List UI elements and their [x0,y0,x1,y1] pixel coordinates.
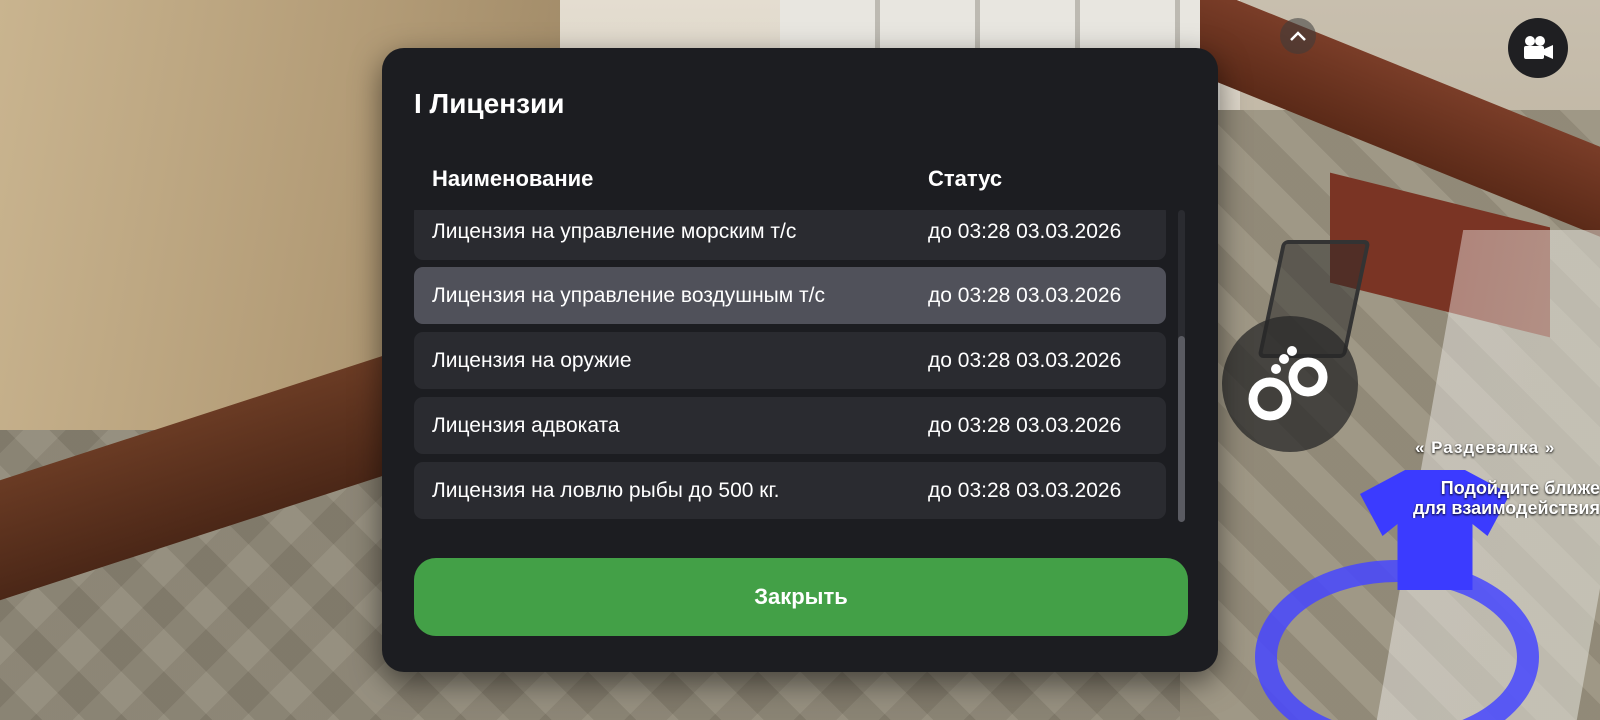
video-camera-icon[interactable] [1508,18,1568,78]
list-scrollbar[interactable] [1178,210,1185,522]
license-name: Лицензия на управление морским т/с [432,219,797,243]
close-button[interactable]: Закрыть [414,558,1188,636]
column-header-name: Наименование [432,166,594,191]
license-row[interactable]: Лицензия адвоката до 03:28 03.03.2026 [414,397,1166,454]
license-name: Лицензия на оружие [432,348,632,372]
zone-title: « Раздевалка » [1415,438,1556,457]
column-header-status: Статус [928,166,1003,191]
license-status: до 03:28 03.03.2026 [928,413,1122,437]
license-name: Лицензия на ловлю рыбы до 500 кг. [432,478,780,502]
license-name: Лицензия на управление воздушным т/с [432,283,825,307]
licenses-modal: I Лицензии Наименование Статус Лицензия … [382,48,1218,672]
modal-title: I Лицензии [414,88,565,119]
license-list[interactable]: Лицензия на управление морским т/с до 03… [414,210,1166,560]
license-status: до 03:28 03.03.2026 [928,219,1122,243]
chevron-up-icon[interactable] [1280,18,1316,54]
license-row[interactable]: Лицензия на управление морским т/с до 03… [414,210,1166,260]
license-row[interactable]: Лицензия на ловлю рыбы до 500 кг. до 03:… [414,462,1166,519]
scrollbar-thumb[interactable] [1178,336,1185,522]
license-status: до 03:28 03.03.2026 [928,478,1122,502]
license-status: до 03:28 03.03.2026 [928,348,1122,372]
license-name: Лицензия адвоката [432,413,620,437]
handcuffs-icon[interactable] [1222,316,1358,452]
license-row-selected[interactable]: Лицензия на управление воздушным т/с до … [414,267,1166,324]
zone-hint: Подойдите ближе для взаимодействия [1412,478,1600,518]
license-row[interactable]: Лицензия на оружие до 03:28 03.03.2026 [414,332,1166,389]
license-status: до 03:28 03.03.2026 [928,283,1122,307]
